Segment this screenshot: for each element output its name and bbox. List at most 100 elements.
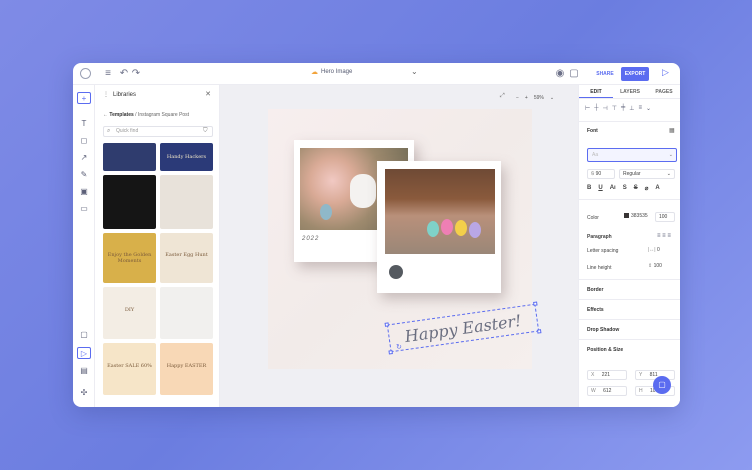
tab-pages[interactable]: PAGES [647, 85, 680, 98]
line-height-field[interactable]: ⇕ 100 [645, 262, 675, 272]
settings-icon[interactable]: ✣ [77, 387, 91, 399]
template-thumbnail[interactable]: Easter SALE 60% [103, 343, 156, 395]
rotate-handle-icon[interactable]: ↻ [396, 343, 402, 351]
add-icon[interactable]: + [77, 92, 91, 104]
resize-handle[interactable] [388, 350, 393, 355]
girl-photo[interactable] [385, 169, 495, 254]
brush-icon[interactable]: ✎ [77, 169, 91, 181]
play-icon[interactable]: ▷ [662, 67, 669, 78]
color-hex: 383535 [631, 213, 648, 219]
align-right-icon[interactable]: ⊣ [603, 105, 608, 112]
template-thumbnail[interactable]: DIY [103, 287, 156, 339]
template-thumbnail[interactable] [103, 143, 156, 171]
zoom-in-icon[interactable]: + [525, 95, 528, 101]
font-family-select[interactable]: Aa ⌄ [587, 148, 677, 162]
template-thumbnail-label: Happy EASTER [166, 363, 207, 369]
strikethrough-icon[interactable]: S [634, 185, 638, 192]
effects-icon[interactable]: A [655, 185, 659, 192]
chevron-down-icon: ⌄ [666, 171, 671, 177]
align-bottom-icon[interactable]: ⊥ [629, 105, 634, 112]
tab-layers[interactable]: LAYERS [613, 85, 647, 98]
zoom-value[interactable]: 59% [534, 95, 544, 101]
more-align-icon[interactable]: ⌄ [646, 105, 651, 112]
tab-edit[interactable]: EDIT [579, 85, 613, 98]
link-icon[interactable]: ⌀ [645, 185, 649, 192]
w-label: W [591, 388, 596, 394]
pen-icon[interactable]: ↗ [77, 152, 91, 164]
template-thumbnail[interactable] [160, 175, 213, 229]
resize-handle[interactable] [536, 329, 542, 334]
align-middle-icon[interactable]: ╪ [621, 105, 625, 112]
animation-icon[interactable]: ▷ [77, 347, 91, 359]
drop-shadow-section[interactable]: Drop Shadow [587, 327, 619, 333]
line-height-label: Line height [587, 265, 612, 271]
shape-icon[interactable]: ◻ [77, 135, 91, 147]
polaroid-front[interactable] [377, 161, 501, 293]
share-button[interactable]: SHARE [593, 67, 617, 81]
template-thumbnail[interactable] [160, 287, 213, 339]
template-thumbnail[interactable]: Happy EASTER [160, 343, 213, 395]
resize-handle[interactable] [384, 322, 390, 327]
w-field[interactable]: W 612 [587, 386, 627, 396]
page-icon[interactable]: ▢ [77, 329, 91, 341]
table-icon[interactable]: ▤ [77, 365, 91, 377]
fit-screen-icon[interactable]: ⤢ [500, 93, 505, 100]
underline-icon[interactable]: U [598, 185, 602, 192]
color-field[interactable]: 383535 [621, 212, 651, 222]
breadcrumb-templates[interactable]: Templates [109, 112, 133, 118]
color-swatch [624, 213, 629, 219]
superscript-icon[interactable]: S [623, 185, 627, 192]
chevron-down-icon[interactable]: ⌄ [550, 95, 554, 101]
library-header: ⋮ Libraries [103, 91, 136, 99]
year-text[interactable]: 2022 [302, 236, 319, 242]
align-left-icon[interactable]: ⊢ [585, 105, 590, 112]
zoom-out-icon[interactable]: − [516, 95, 519, 101]
artboard[interactable]: 2022 Happy Easter! ↻ [268, 109, 542, 369]
export-button[interactable]: EXPORT [621, 67, 649, 81]
redo-icon[interactable]: ↷ [129, 67, 143, 81]
template-thumbnail[interactable]: Enjoy the Golden Moments [103, 233, 156, 283]
bold-icon[interactable]: B [587, 185, 591, 192]
comment-icon[interactable]: ▢ [567, 67, 581, 81]
border-section[interactable]: Border [587, 287, 603, 293]
template-thumbnail-label: DIY [124, 307, 135, 313]
letter-spacing-field[interactable]: |↔| 0 [645, 246, 675, 256]
effects-section[interactable]: Effects [587, 307, 604, 313]
font-size-field[interactable]: Ꞩ 90 [587, 169, 615, 179]
position-size-section[interactable]: Position & Size [587, 347, 623, 353]
egg [441, 219, 453, 235]
grid-icon[interactable]: ▦ [669, 127, 675, 134]
font-weight-select[interactable]: Regular ⌄ [619, 169, 675, 179]
template-thumbnail[interactable] [103, 175, 156, 229]
template-thumbnail[interactable]: Easter Egg Hunt [160, 233, 213, 283]
document-title[interactable]: ☁ Hero Image [311, 68, 352, 76]
chevron-down-icon[interactable]: ⌄ [411, 67, 418, 76]
app-logo[interactable] [80, 68, 91, 79]
canvas-area[interactable]: ⤢ − + 59% ⌄ 2022 Happy Easter! ↻ [220, 85, 578, 407]
headline-text[interactable]: Happy Easter! [384, 301, 542, 355]
search-input[interactable]: ⌕ Quick find [103, 126, 213, 137]
close-icon[interactable]: ✕ [205, 90, 211, 98]
case-icon[interactable]: Aı [610, 185, 616, 192]
align-top-icon[interactable]: ⊤ [612, 105, 617, 112]
chat-icon[interactable]: ▢ [653, 376, 671, 394]
bunny-toy [350, 174, 376, 208]
h-label: H [639, 388, 643, 394]
filter-icon[interactable]: ⛉ [203, 128, 208, 135]
color-opacity-field[interactable]: 100 [655, 212, 675, 222]
resize-handle[interactable] [533, 301, 538, 306]
menu-icon[interactable]: ≡ [101, 67, 115, 81]
x-field[interactable]: X 221 [587, 370, 627, 380]
paragraph-align-icons[interactable]: ≡ ≡ ≡ [657, 233, 671, 239]
back-arrow-icon[interactable]: ← [103, 112, 108, 118]
image-icon[interactable]: ▣ [77, 186, 91, 198]
element-icon[interactable]: ▭ [77, 203, 91, 215]
align-center-icon[interactable]: ┼ [594, 105, 598, 112]
distribute-icon[interactable]: ≡ [638, 105, 642, 112]
template-thumbnail-label: Easter SALE 60% [107, 363, 152, 369]
egg-sticker[interactable] [389, 265, 403, 279]
template-thumbnail[interactable]: Handy Hackers [160, 143, 213, 171]
text-icon[interactable]: T [77, 118, 91, 130]
record-icon[interactable]: ◉ [553, 67, 567, 81]
tool-rail: + T ◻ ↗ ✎ ▣ ▭ ▢ ▷ ▤ ✣ [73, 85, 95, 407]
